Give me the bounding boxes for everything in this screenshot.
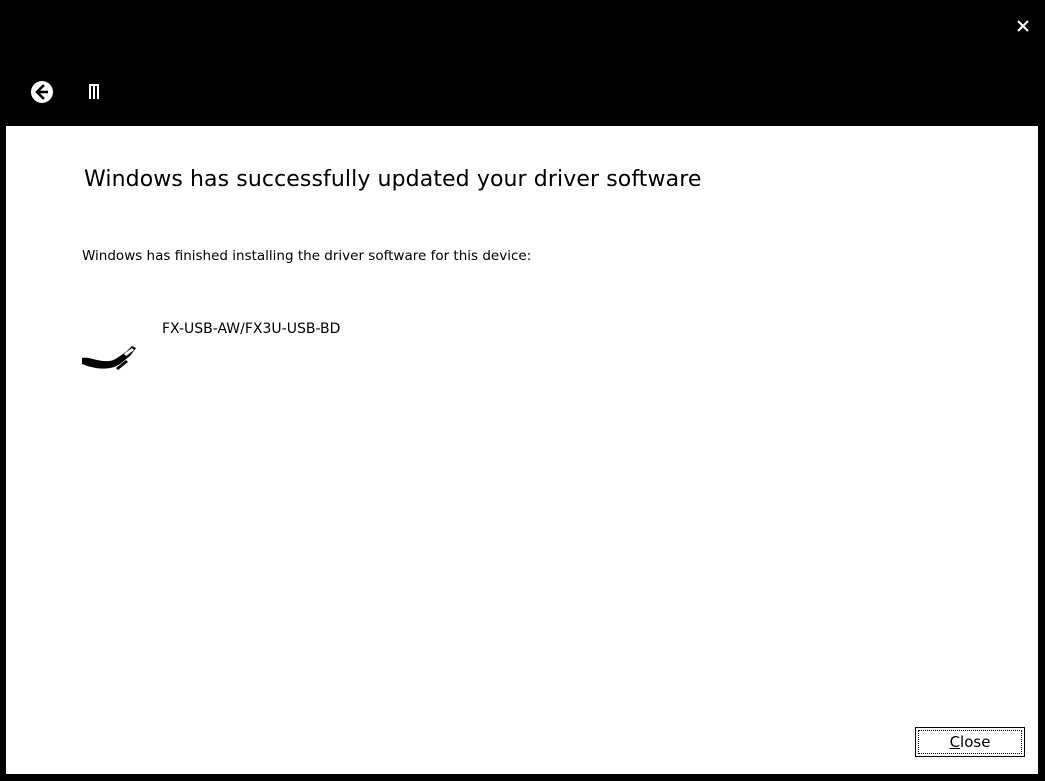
close-button-accelerator: C bbox=[949, 733, 961, 751]
driver-setup-icon bbox=[88, 83, 100, 100]
usb-cable-icon bbox=[80, 338, 142, 374]
dialog-content: Windows has successfully updated your dr… bbox=[6, 126, 1038, 774]
page-title: Windows has successfully updated your dr… bbox=[84, 167, 702, 192]
close-button-label: Close bbox=[918, 730, 1022, 754]
close-button-text: lose bbox=[960, 733, 991, 751]
status-message: Windows has finished installing the driv… bbox=[82, 248, 532, 264]
close-button[interactable]: Close bbox=[915, 727, 1025, 757]
update-driver-dialog: Windows has successfully updated your dr… bbox=[0, 0, 1045, 781]
device-name: FX-USB-AW/FX3U-USB-BD bbox=[162, 321, 341, 337]
close-icon[interactable] bbox=[1011, 14, 1035, 38]
back-arrow-icon[interactable] bbox=[30, 80, 54, 104]
title-bar bbox=[0, 0, 1045, 126]
